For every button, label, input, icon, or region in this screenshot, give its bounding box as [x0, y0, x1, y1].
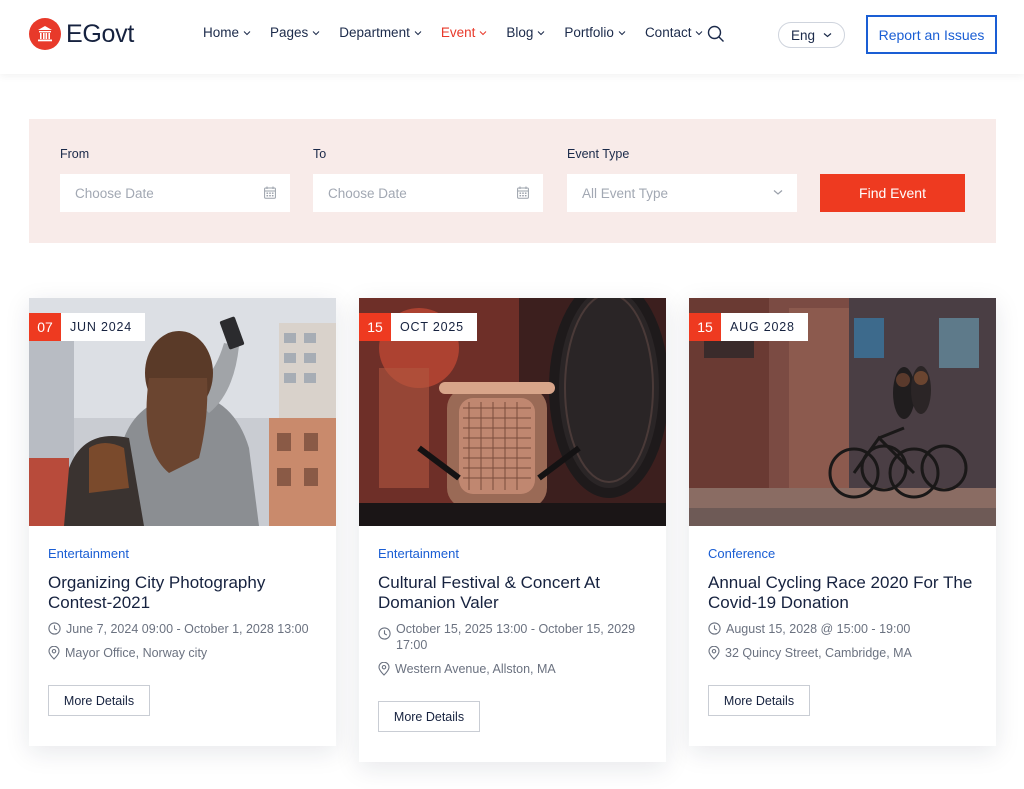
- event-filter-panel: From Choose Date To Choose Date Event Ty…: [29, 119, 996, 243]
- calendar-icon: [264, 186, 276, 199]
- nav-item-contact[interactable]: Contact: [645, 25, 704, 40]
- event-category[interactable]: Entertainment: [48, 546, 317, 561]
- event-datetime: October 15, 2025 13:00 - October 15, 202…: [378, 621, 647, 653]
- event-datetime-text: August 15, 2028 @ 15:00 - 19:00: [726, 622, 911, 636]
- main-nav: Home Pages Department Event Blog Portfol…: [203, 25, 722, 40]
- from-label: From: [60, 147, 90, 161]
- event-day: 15: [359, 313, 391, 341]
- nav-item-pages[interactable]: Pages: [270, 25, 320, 40]
- clock-icon: [48, 622, 61, 635]
- event-type-select[interactable]: All Event Type: [567, 174, 797, 212]
- event-title[interactable]: Organizing City Photography Contest-2021: [48, 573, 317, 613]
- event-title[interactable]: Cultural Festival & Concert At Domanion …: [378, 573, 647, 613]
- language-select[interactable]: Eng: [778, 22, 845, 48]
- event-datetime-text: October 15, 2025 13:00 - October 15, 202…: [396, 622, 636, 652]
- event-type-value: All Event Type: [582, 185, 669, 201]
- from-date-placeholder: Choose Date: [75, 185, 154, 201]
- logo-text: EGovt: [66, 19, 134, 48]
- nav-label: Blog: [506, 25, 534, 40]
- more-details-button[interactable]: More Details: [378, 701, 480, 732]
- event-datetime: June 7, 2024 09:00 - October 1, 2028 13:…: [48, 621, 317, 637]
- nav-label: Portfolio: [564, 25, 614, 40]
- chevron-down-icon: [538, 30, 545, 35]
- chevron-down-icon: [823, 33, 832, 38]
- event-image-cyclists[interactable]: 15 AUG 2028: [689, 298, 996, 526]
- event-month-year: JUN 2024: [61, 313, 145, 341]
- more-details-button[interactable]: More Details: [708, 685, 810, 716]
- capitol-icon: [29, 18, 61, 50]
- event-type-label: Event Type: [567, 147, 630, 161]
- event-location-text: Western Avenue, Allston, MA: [395, 662, 556, 676]
- chevron-down-icon: [312, 30, 320, 35]
- event-image-photographer[interactable]: 07 JUN 2024: [29, 298, 336, 526]
- event-month-year: AUG 2028: [721, 313, 808, 341]
- nav-item-event[interactable]: Event: [441, 25, 488, 40]
- event-location-text: 32 Quincy Street, Cambridge, MA: [725, 646, 912, 660]
- event-day: 07: [29, 313, 61, 341]
- event-location: Mayor Office, Norway city: [48, 645, 317, 661]
- event-category[interactable]: Conference: [708, 546, 977, 561]
- calendar-icon: [517, 186, 529, 199]
- nav-label: Department: [339, 25, 410, 40]
- site-header: EGovt Home Pages Department Event Blog P…: [0, 0, 1024, 74]
- event-title[interactable]: Annual Cycling Race 2020 For The Covid-1…: [708, 573, 977, 613]
- chevron-down-icon: [243, 30, 251, 35]
- map-pin-icon: [708, 646, 720, 660]
- event-date-badge: 15 AUG 2028: [689, 313, 808, 341]
- map-pin-icon: [378, 662, 390, 676]
- map-pin-icon: [48, 646, 60, 660]
- event-location: 32 Quincy Street, Cambridge, MA: [708, 645, 977, 661]
- event-date-badge: 07 JUN 2024: [29, 313, 145, 341]
- search-icon[interactable]: [707, 25, 725, 43]
- event-month-year: OCT 2025: [391, 313, 477, 341]
- event-location-text: Mayor Office, Norway city: [65, 646, 208, 660]
- event-datetime-text: June 7, 2024 09:00 - October 1, 2028 13:…: [66, 622, 309, 636]
- clock-icon: [378, 627, 391, 640]
- nav-label: Pages: [270, 25, 309, 40]
- report-issue-button[interactable]: Report an Issues: [866, 15, 997, 54]
- nav-label: Event: [440, 25, 476, 40]
- nav-label: Contact: [644, 25, 692, 40]
- event-card: 07 JUN 2024 Entertainment Organizing Cit…: [29, 298, 336, 746]
- chevron-down-icon: [773, 190, 783, 195]
- event-category[interactable]: Entertainment: [378, 546, 647, 561]
- find-event-button[interactable]: Find Event: [820, 174, 965, 212]
- event-date-badge: 15 OCT 2025: [359, 313, 477, 341]
- from-date-input[interactable]: Choose Date: [60, 174, 290, 212]
- to-date-placeholder: Choose Date: [328, 185, 407, 201]
- event-card: 15 OCT 2025 Entertainment Cultural Festi…: [359, 298, 666, 762]
- event-day: 15: [689, 313, 721, 341]
- nav-item-department[interactable]: Department: [339, 25, 422, 40]
- chevron-down-icon: [414, 30, 422, 35]
- event-card: 15 AUG 2028 Conference Annual Cycling Ra…: [689, 298, 996, 746]
- language-label: Eng: [790, 27, 816, 43]
- nav-item-blog[interactable]: Blog: [506, 25, 545, 40]
- chevron-down-icon: [696, 30, 703, 35]
- nav-label: Home: [203, 25, 240, 40]
- chevron-down-icon: [480, 30, 487, 35]
- to-date-input[interactable]: Choose Date: [313, 174, 543, 212]
- nav-item-portfolio[interactable]: Portfolio: [564, 25, 626, 40]
- event-image-microphone[interactable]: 15 OCT 2025: [359, 298, 666, 526]
- to-label: To: [313, 147, 327, 161]
- event-datetime: August 15, 2028 @ 15:00 - 19:00: [708, 621, 977, 637]
- clock-icon: [708, 622, 721, 635]
- nav-item-home[interactable]: Home: [203, 25, 251, 40]
- chevron-down-icon: [618, 30, 626, 35]
- event-location: Western Avenue, Allston, MA: [378, 661, 647, 677]
- more-details-button[interactable]: More Details: [48, 685, 150, 716]
- logo[interactable]: EGovt: [29, 18, 134, 50]
